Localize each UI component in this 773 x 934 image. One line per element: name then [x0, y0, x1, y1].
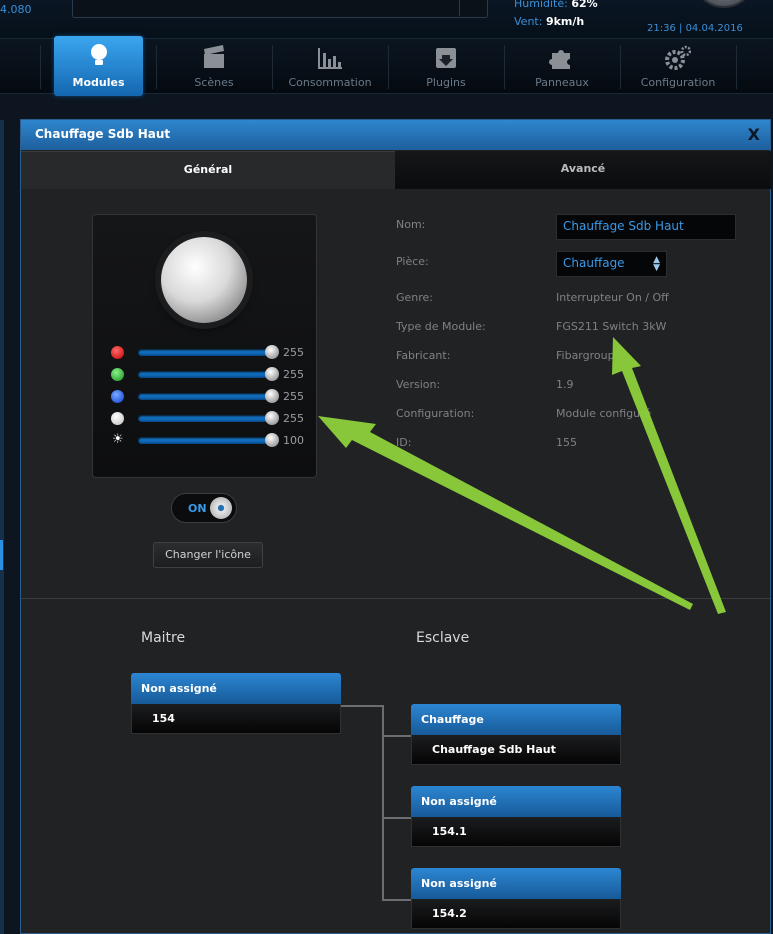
- slider-track[interactable]: [138, 349, 275, 356]
- connector-line: [341, 705, 384, 707]
- slider-track[interactable]: [138, 437, 275, 444]
- slider-value: 255: [283, 412, 304, 425]
- nav-item-modules[interactable]: Modules: [54, 36, 143, 96]
- bulb-icon: [90, 44, 107, 65]
- toggle-knob: [210, 497, 232, 519]
- node-header: Non assigné: [411, 786, 621, 817]
- slider-value: 255: [283, 346, 304, 359]
- slider-blue[interactable]: 255: [111, 389, 311, 404]
- master-node[interactable]: Non assigné 154: [131, 673, 341, 734]
- genre-label: Genre:: [396, 291, 434, 304]
- clapper-icon: [204, 45, 224, 68]
- green-dot-icon: [111, 368, 124, 381]
- node-header: Non assigné: [131, 673, 341, 704]
- node-value: 154: [131, 704, 341, 734]
- nav-item-panneaux[interactable]: Panneaux: [506, 39, 618, 95]
- version-label: 4.080: [0, 3, 32, 16]
- module-dialog: Chauffage Sdb Haut X Général Avancé 255 …: [20, 119, 771, 934]
- config-value: Module configuré: [556, 407, 652, 420]
- slider-red[interactable]: 255: [111, 345, 311, 360]
- wind-readout: Vent: 9km/h: [514, 15, 585, 28]
- bar-chart-icon: [318, 48, 342, 69]
- section-divider: [21, 598, 770, 599]
- config-label: Configuration:: [396, 407, 475, 420]
- type-value: FGS211 Switch 3kW: [556, 320, 667, 333]
- device-bulb-icon: [161, 237, 247, 323]
- left-edge-highlight: [0, 540, 3, 570]
- node-value: 154.1: [411, 817, 621, 847]
- slider-track[interactable]: [138, 371, 275, 378]
- app-window: 4.080 Humidité: 62% Vent: 9km/h 21:36 | …: [0, 0, 773, 934]
- id-value: 155: [556, 436, 577, 449]
- master-title: Maitre: [141, 630, 186, 646]
- humidity-readout: Humidité: 62%: [514, 0, 598, 10]
- nav-item-scenes[interactable]: Scènes: [158, 39, 270, 95]
- tab-advanced[interactable]: Avancé: [395, 151, 771, 189]
- slave-node[interactable]: Non assigné 154.1: [411, 786, 621, 847]
- node-header: Non assigné: [411, 868, 621, 899]
- connector-line: [382, 817, 412, 819]
- slider-value: 255: [283, 368, 304, 381]
- weather-moon-icon: [692, 0, 756, 8]
- sun-icon: ☀: [112, 432, 124, 447]
- connector-line: [382, 899, 412, 901]
- version-field-value: 1.9: [556, 378, 574, 391]
- node-value: 154.2: [411, 899, 621, 929]
- slider-handle[interactable]: [265, 345, 279, 359]
- slave-node[interactable]: Non assigné 154.2: [411, 868, 621, 929]
- left-edge-strip: [0, 120, 4, 934]
- download-box-icon: [436, 48, 456, 68]
- change-icon-button[interactable]: Changer l'icône: [153, 542, 263, 568]
- connector-line: [382, 735, 412, 737]
- dialog-tabs: Général Avancé: [21, 151, 771, 189]
- node-value: Chauffage Sdb Haut: [411, 735, 621, 765]
- top-header: 4.080 Humidité: 62% Vent: 9km/h 21:36 | …: [0, 0, 773, 38]
- nav-item-consommation[interactable]: Consommation: [274, 39, 386, 95]
- version-field-label: Version:: [396, 378, 441, 391]
- slider-handle[interactable]: [265, 411, 279, 425]
- nav-item-plugins[interactable]: Plugins: [390, 39, 502, 95]
- dialog-header: Chauffage Sdb Haut X: [21, 120, 770, 150]
- on-off-toggle[interactable]: ON: [171, 493, 237, 523]
- slave-title: Esclave: [416, 630, 470, 646]
- nav-item-configuration[interactable]: Configuration: [622, 39, 734, 95]
- blue-dot-icon: [111, 390, 124, 403]
- slider-green[interactable]: 255: [111, 367, 311, 382]
- node-header: Chauffage: [411, 704, 621, 735]
- slave-node[interactable]: Chauffage Chauffage Sdb Haut: [411, 704, 621, 765]
- close-icon[interactable]: X: [748, 125, 760, 144]
- red-dot-icon: [111, 346, 124, 359]
- dialog-title: Chauffage Sdb Haut: [35, 127, 171, 141]
- slider-value: 255: [283, 390, 304, 403]
- slider-track[interactable]: [138, 415, 275, 422]
- genre-value: Interrupteur On / Off: [556, 291, 669, 304]
- room-select-value: Chauffage: [563, 256, 625, 270]
- maker-label: Fabricant:: [396, 349, 451, 362]
- slider-handle[interactable]: [265, 433, 279, 447]
- header-search-box[interactable]: [72, 0, 488, 18]
- datetime-readout: 21:36 | 04.04.2016: [647, 23, 743, 34]
- slider-handle[interactable]: [265, 367, 279, 381]
- slider-brightness[interactable]: ☀ 100: [111, 432, 311, 448]
- type-label: Type de Module:: [396, 320, 486, 333]
- slider-value: 100: [283, 434, 304, 447]
- gears-icon: [665, 45, 691, 70]
- id-label: ID:: [396, 436, 412, 449]
- name-input[interactable]: Chauffage Sdb Haut: [556, 214, 736, 240]
- toggle-label: ON: [188, 502, 207, 515]
- select-arrows-icon: ▲ ▼: [653, 255, 660, 273]
- maker-value: Fibargroup: [556, 349, 615, 362]
- white-dot-icon: [111, 412, 124, 425]
- slider-handle[interactable]: [265, 389, 279, 403]
- slider-white[interactable]: 255: [111, 411, 311, 426]
- room-label: Pièce:: [396, 255, 429, 268]
- device-preview-panel: 255 255 255 255 ☀ 100: [92, 214, 317, 478]
- tab-general[interactable]: Général: [21, 151, 395, 189]
- main-nav: Modules Scènes Consommation Plugins Pann…: [0, 36, 773, 96]
- name-label: Nom:: [396, 218, 426, 231]
- slider-track[interactable]: [138, 393, 275, 400]
- puzzle-icon: [549, 50, 570, 69]
- room-select[interactable]: Chauffage ▲ ▼: [556, 251, 667, 277]
